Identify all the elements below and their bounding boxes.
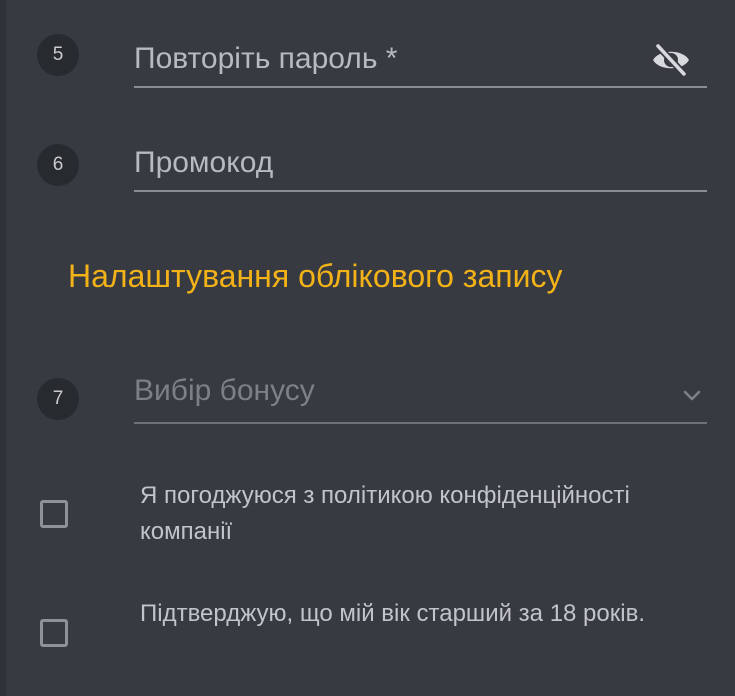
bonus-select[interactable]: Вибір бонусу — [134, 372, 707, 424]
chevron-down-icon — [679, 382, 705, 408]
password-visibility-toggle[interactable] — [649, 40, 693, 80]
registration-form-panel: 5 6 Налаштування облікового запису 7 Виб… — [0, 0, 735, 696]
promo-code-input[interactable] — [134, 140, 634, 186]
account-settings-title: Налаштування облікового запису — [68, 258, 563, 294]
repeat-password-field — [134, 36, 707, 88]
step-badge-5: 5 — [37, 34, 79, 76]
privacy-policy-label: Я погоджуюся з політикою конфіденційност… — [140, 482, 630, 545]
eye-off-icon — [653, 43, 689, 77]
promo-code-field — [134, 140, 707, 192]
left-edge-divider — [0, 0, 6, 696]
repeat-password-input[interactable] — [134, 36, 634, 82]
bonus-select-value: Вибір бонусу — [134, 374, 315, 407]
step-badge-7: 7 — [37, 378, 79, 420]
age-confirmation-checkbox[interactable] — [40, 619, 68, 647]
age-confirmation-label: Підтверджую, що мій вік старший за 18 ро… — [140, 600, 645, 627]
step-badge-6: 6 — [37, 144, 79, 186]
privacy-policy-checkbox[interactable] — [40, 500, 68, 528]
